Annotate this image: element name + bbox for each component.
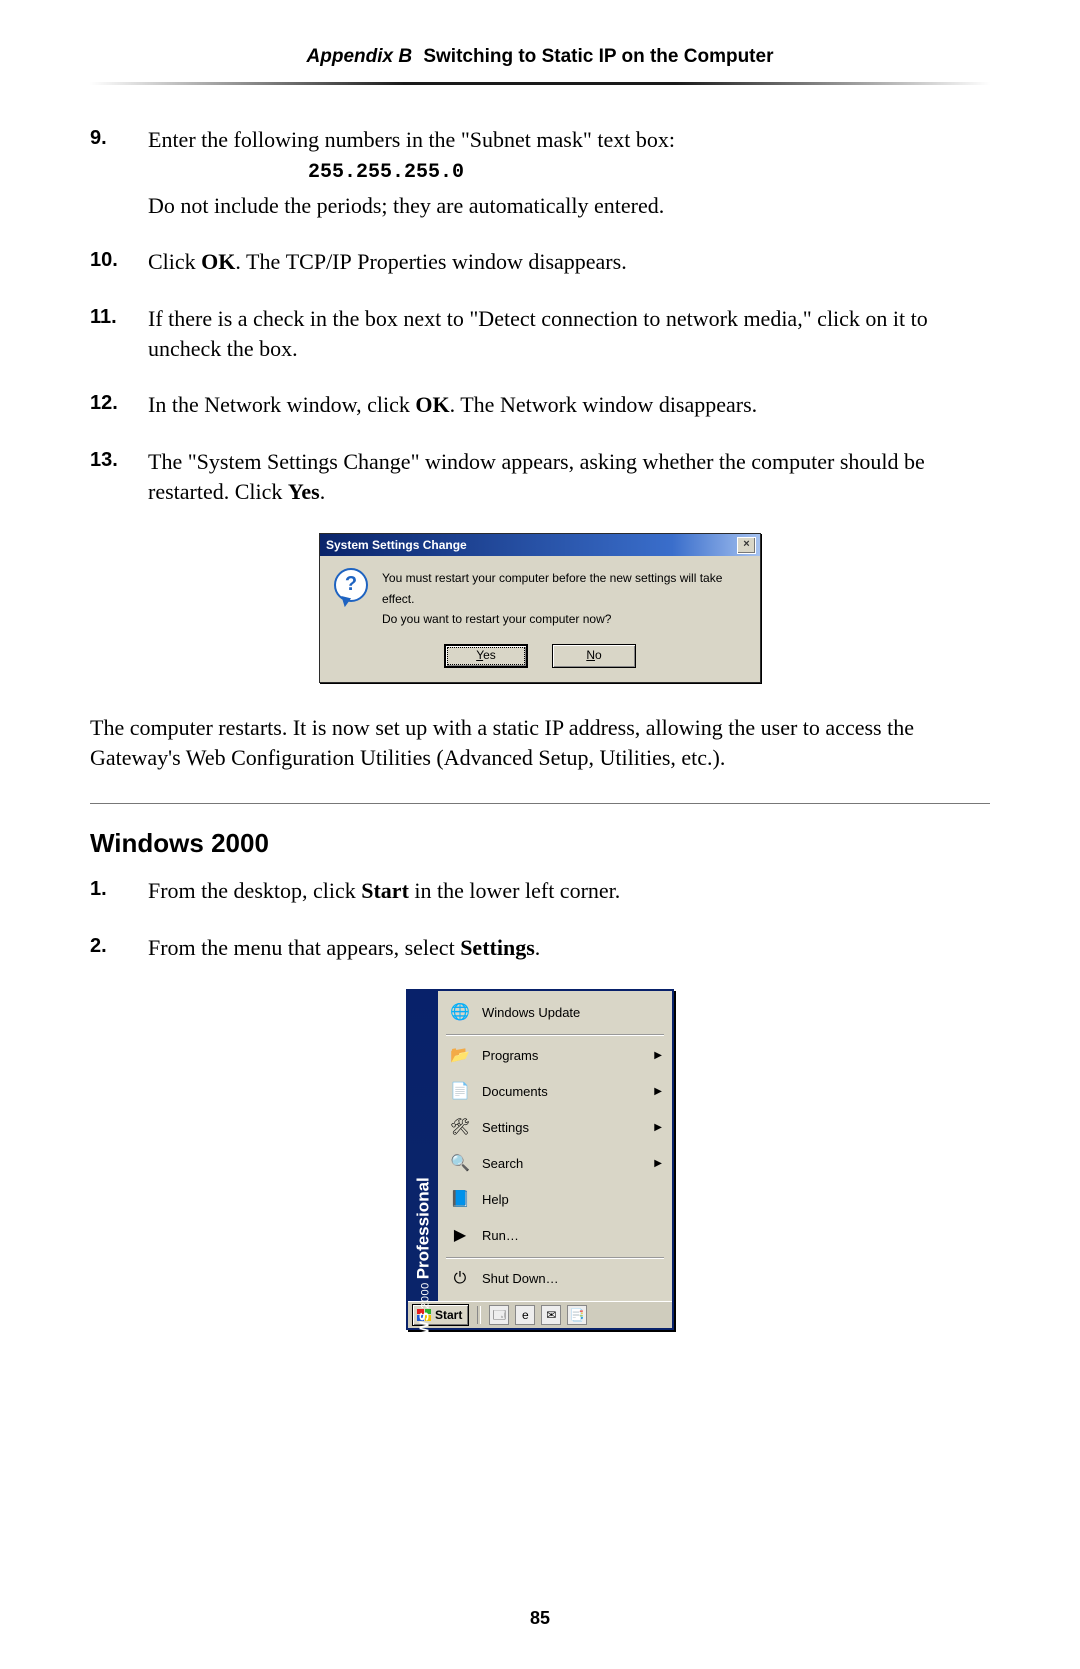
settings-icon: 🛠 <box>448 1116 472 1140</box>
dialog-body: You must restart your computer before th… <box>320 556 760 681</box>
start-menu-banner: Windows2000Professional <box>408 991 438 1301</box>
menu-item-search[interactable]: 🔍 Search ▶ <box>440 1146 670 1182</box>
step-2: 2. From the menu that appears, select Se… <box>90 933 990 963</box>
ie-icon[interactable]: e <box>515 1305 535 1325</box>
yes-button[interactable]: Yes <box>444 644 528 668</box>
start-menu: Windows2000Professional 🌐 Windows Update… <box>406 989 674 1330</box>
chevron-right-icon: ▶ <box>654 1121 662 1135</box>
document-icon: 📄 <box>448 1080 472 1104</box>
taskbar-separator <box>477 1306 481 1324</box>
step-number: 13. <box>90 447 118 475</box>
appendix-title: Switching to Static IP on the Computer <box>423 46 773 67</box>
page-header: Appendix B Switching to Static IP on the… <box>90 46 990 68</box>
menu-item-help[interactable]: 📘 Help <box>440 1182 670 1218</box>
section-divider <box>90 803 990 804</box>
globe-icon: 🌐 <box>448 1001 472 1025</box>
subnet-mask-value: 255.255.255.0 <box>308 159 990 187</box>
start-menu-items: 🌐 Windows Update 📂 Programs ▶ 📄 Document… <box>438 991 672 1301</box>
outlook-icon[interactable]: ✉ <box>541 1305 561 1325</box>
step-list-1: 9. Enter the following numbers in the "S… <box>90 125 990 507</box>
step-list-2: 1. From the desktop, click Start in the … <box>90 876 990 963</box>
step-text: If there is a check in the box next to "… <box>148 306 928 361</box>
step-1: 1. From the desktop, click Start in the … <box>90 876 990 906</box>
shutdown-icon: ⏻ <box>448 1267 472 1291</box>
menu-separator <box>446 1034 664 1035</box>
page-number: 85 <box>0 1608 1080 1629</box>
menu-item-windows-update[interactable]: 🌐 Windows Update <box>440 995 670 1031</box>
appendix-label: Appendix B <box>307 46 413 67</box>
desktop-icon[interactable]: 🗔 <box>489 1305 509 1325</box>
step-13: 13. The "System Settings Change" window … <box>90 447 990 508</box>
step-number: 11. <box>90 304 117 332</box>
chevron-right-icon: ▶ <box>654 1049 662 1063</box>
step-number: 9. <box>90 125 107 153</box>
step-text: In the Network window, click OK. The Net… <box>148 392 757 417</box>
content-area: 9. Enter the following numbers in the "S… <box>90 125 990 1330</box>
header-rule <box>90 82 990 85</box>
step-number: 2. <box>90 933 107 961</box>
no-button[interactable]: No <box>552 644 636 668</box>
folder-icon: 📂 <box>448 1044 472 1068</box>
step-9: 9. Enter the following numbers in the "S… <box>90 125 990 221</box>
menu-item-settings[interactable]: 🛠 Settings ▶ <box>440 1110 670 1146</box>
step-10: 10. Click OK. The TCP/IP Properties wind… <box>90 247 990 277</box>
document-page: Appendix B Switching to Static IP on the… <box>0 0 1080 1669</box>
start-menu-figure: Windows2000Professional 🌐 Windows Update… <box>90 989 990 1330</box>
result-paragraph: The computer restarts. It is now set up … <box>90 713 990 774</box>
chevron-right-icon: ▶ <box>654 1085 662 1099</box>
step-number: 1. <box>90 876 107 904</box>
step-text: Enter the following numbers in the "Subn… <box>148 127 675 152</box>
menu-item-documents[interactable]: 📄 Documents ▶ <box>440 1074 670 1110</box>
close-icon[interactable]: × <box>737 537 756 554</box>
step-text: From the desktop, click Start in the low… <box>148 878 620 903</box>
menu-separator <box>446 1257 664 1258</box>
step-text: From the menu that appears, select Setti… <box>148 935 540 960</box>
system-settings-change-dialog: System Settings Change × You must restar… <box>319 533 761 682</box>
explorer-icon[interactable]: 📑 <box>567 1305 587 1325</box>
menu-item-shutdown[interactable]: ⏻ Shut Down… <box>440 1261 670 1297</box>
step-text: Click OK. The TCP/IP Properties window d… <box>148 249 627 274</box>
step-12: 12. In the Network window, click OK. The… <box>90 390 990 420</box>
section-heading: Windows 2000 <box>90 826 990 862</box>
dialog-message: You must restart your computer before th… <box>382 568 746 629</box>
question-icon <box>334 568 368 602</box>
step-number: 12. <box>90 390 118 418</box>
menu-item-programs[interactable]: 📂 Programs ▶ <box>440 1038 670 1074</box>
step-text: The "System Settings Change" window appe… <box>148 449 925 504</box>
step-11: 11. If there is a check in the box next … <box>90 304 990 365</box>
search-icon: 🔍 <box>448 1152 472 1176</box>
help-icon: 📘 <box>448 1188 472 1212</box>
run-icon: ▶ <box>448 1224 472 1248</box>
chevron-right-icon: ▶ <box>654 1157 662 1171</box>
step-number: 10. <box>90 247 118 275</box>
step-text: Do not include the periods; they are aut… <box>148 193 664 218</box>
dialog-figure: System Settings Change × You must restar… <box>90 533 990 682</box>
menu-item-run[interactable]: ▶ Run… <box>440 1218 670 1254</box>
dialog-title: System Settings Change <box>326 537 467 554</box>
dialog-titlebar: System Settings Change × <box>320 534 760 556</box>
taskbar: Start 🗔 e ✉ 📑 <box>408 1301 672 1328</box>
